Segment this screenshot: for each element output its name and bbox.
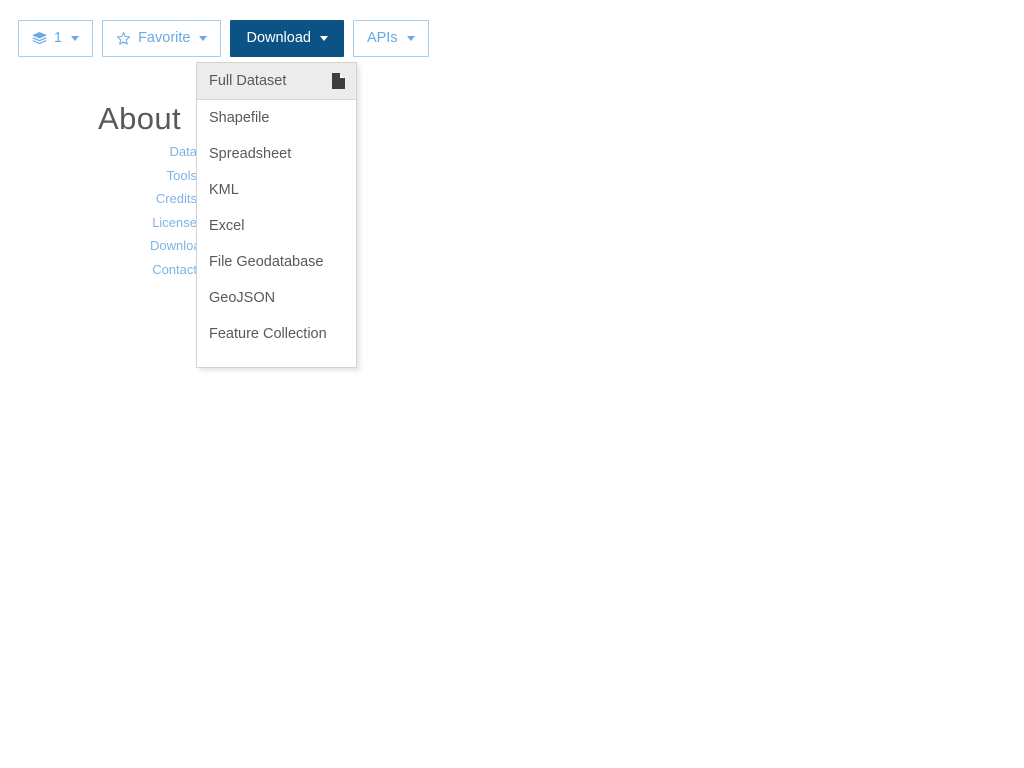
chevron-down-icon	[199, 36, 208, 41]
apis-label: APIs	[366, 30, 398, 47]
menu-item-label: Feature Collection	[209, 326, 327, 342]
star-icon	[116, 31, 131, 46]
layers-icon	[32, 31, 47, 46]
list-item[interactable]: Credits	[150, 187, 197, 211]
list-item[interactable]: Tools	[150, 164, 197, 188]
page-title: About	[98, 101, 182, 136]
menu-item-file-geodatabase[interactable]: File Geodatabase	[197, 244, 356, 280]
menu-item-label: Spreadsheet	[209, 146, 292, 162]
chevron-down-icon	[319, 36, 328, 41]
menu-item-label: GeoJSON	[209, 290, 276, 306]
download-menu-header-label: Full Dataset	[209, 73, 287, 89]
menu-item-shapefile[interactable]: Shapefile	[197, 100, 356, 136]
chevron-down-icon	[406, 36, 415, 41]
menu-item-label: File Geodatabase	[209, 254, 324, 270]
list-item[interactable]: Contact	[150, 258, 197, 282]
file-icon	[332, 73, 345, 89]
list-item[interactable]: Data	[150, 140, 197, 164]
favorite-label: Favorite	[138, 30, 191, 47]
apis-button[interactable]: APIs	[352, 20, 429, 57]
menu-item-spreadsheet[interactable]: Spreadsheet	[197, 136, 356, 172]
menu-item-label: KML	[209, 182, 239, 198]
list-item[interactable]: License	[150, 211, 197, 235]
menu-item-label: Shapefile	[209, 110, 270, 126]
menu-item-label: Excel	[209, 218, 245, 234]
layers-count: 1	[54, 30, 63, 47]
download-button[interactable]: Download	[230, 20, 344, 57]
favorite-button[interactable]: Favorite	[102, 20, 222, 57]
dataset-action-toolbar: 1 Favorite Download APIs	[18, 20, 429, 57]
chevron-down-icon	[71, 36, 80, 41]
download-label: Download	[246, 30, 311, 47]
menu-item-excel[interactable]: Excel	[197, 208, 356, 244]
menu-item-geojson[interactable]: GeoJSON	[197, 280, 356, 316]
download-menu-header[interactable]: Full Dataset	[197, 63, 356, 100]
layers-button[interactable]: 1	[18, 20, 94, 57]
download-dropdown-menu: Full Dataset Shapefile Spreadsheet KML E…	[196, 62, 357, 368]
menu-item-feature-collection[interactable]: Feature Collection	[197, 316, 356, 352]
menu-item-kml[interactable]: KML	[197, 172, 356, 208]
list-item[interactable]: Download	[150, 234, 197, 258]
obscured-link-list: Data Tools Credits License Download Cont…	[150, 140, 197, 281]
